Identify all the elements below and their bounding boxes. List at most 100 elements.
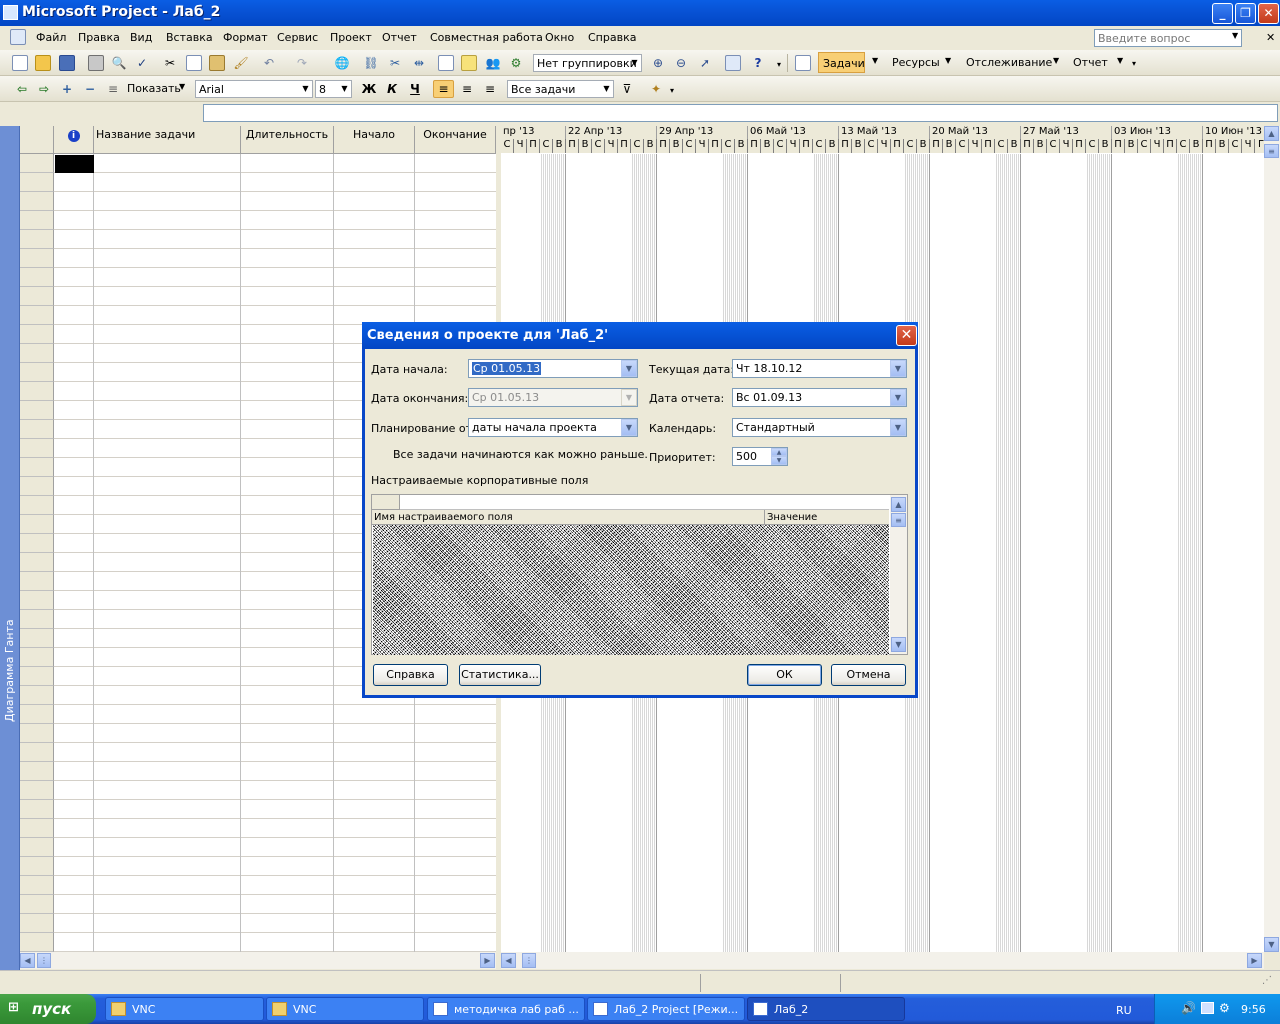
- scroll-thumb[interactable]: ⋮: [37, 953, 51, 968]
- zoom-out-icon[interactable]: ⊖: [673, 55, 689, 71]
- row-header[interactable]: [20, 363, 54, 382]
- row-header[interactable]: [20, 762, 54, 781]
- taskbar-item-vnc-2[interactable]: VNC: [266, 997, 424, 1021]
- scroll-down-icon[interactable]: ▼: [891, 637, 906, 652]
- help-icon[interactable]: ?: [750, 55, 766, 71]
- show-subtasks-icon[interactable]: +: [59, 81, 75, 97]
- row-header[interactable]: [20, 724, 54, 743]
- chevron-down-icon[interactable]: ▼: [872, 56, 878, 65]
- report-guide-button[interactable]: Отчет: [1073, 56, 1108, 69]
- gantt-wizard-icon[interactable]: ✦: [648, 81, 664, 97]
- schedule-from-select[interactable]: даты начала проекта ▼: [468, 418, 638, 437]
- row-header[interactable]: [20, 648, 54, 667]
- clock[interactable]: 9:56: [1241, 1003, 1266, 1016]
- column-header-field-name[interactable]: Имя настраиваемого поля: [372, 510, 765, 525]
- row-header[interactable]: [20, 477, 54, 496]
- row-header[interactable]: [20, 325, 54, 344]
- cut-icon[interactable]: ✂: [162, 55, 178, 71]
- align-center-icon[interactable]: ≡: [459, 81, 475, 97]
- align-right-icon[interactable]: ≡: [482, 81, 498, 97]
- autofilter-icon[interactable]: ⊽: [619, 81, 635, 97]
- restore-button[interactable]: ❐: [1235, 3, 1256, 24]
- underline-button[interactable]: Ч: [407, 81, 423, 97]
- row-header[interactable]: [20, 895, 54, 914]
- row-header[interactable]: [20, 838, 54, 857]
- close-button[interactable]: ✕: [1258, 3, 1279, 24]
- scroll-up-icon[interactable]: ▲: [1264, 126, 1279, 141]
- taskbar-item-project-active[interactable]: Лаб_2: [747, 997, 905, 1021]
- project-app-icon[interactable]: [3, 5, 18, 20]
- scroll-right-icon[interactable]: ▶: [1247, 953, 1262, 968]
- row-header[interactable]: [20, 534, 54, 553]
- document-icon[interactable]: [10, 29, 26, 45]
- tray-app-icon[interactable]: ⚙: [1219, 1001, 1230, 1015]
- chevron-down-icon[interactable]: ▼: [890, 360, 906, 377]
- row-header[interactable]: [20, 876, 54, 895]
- row-header[interactable]: [20, 401, 54, 420]
- menu-insert[interactable]: Вставка: [166, 31, 213, 44]
- chevron-down-icon[interactable]: ▼: [945, 56, 951, 65]
- scroll-up-icon[interactable]: ▲: [891, 497, 906, 512]
- resources-guide-button[interactable]: Ресурсы: [892, 56, 940, 69]
- row-header[interactable]: [20, 268, 54, 287]
- column-header-duration[interactable]: Длительность: [241, 126, 334, 154]
- chevron-down-icon[interactable]: ▼: [1117, 56, 1123, 65]
- open-icon[interactable]: [35, 55, 51, 71]
- scroll-thumb[interactable]: ≡: [891, 513, 906, 527]
- redo-icon[interactable]: ↷: [294, 55, 310, 71]
- paste-icon[interactable]: [209, 55, 225, 71]
- toolbar-options-icon[interactable]: ▾: [771, 57, 787, 73]
- row-header[interactable]: [20, 496, 54, 515]
- row-header[interactable]: [20, 781, 54, 800]
- row-header[interactable]: [20, 914, 54, 933]
- row-header[interactable]: [20, 420, 54, 439]
- help-button[interactable]: Справка: [373, 664, 448, 686]
- row-header[interactable]: [20, 211, 54, 230]
- chevron-down-icon[interactable]: ▼: [890, 419, 906, 436]
- row-header[interactable]: [20, 686, 54, 705]
- current-date-field[interactable]: Чт 18.10.12 ▼: [732, 359, 907, 378]
- scroll-down-icon[interactable]: ▼: [1264, 937, 1279, 952]
- row-header[interactable]: [20, 192, 54, 211]
- statistics-button[interactable]: Статистика...: [459, 664, 541, 686]
- close-icon[interactable]: ✕: [896, 325, 917, 346]
- copy-icon[interactable]: [186, 55, 202, 71]
- chevron-down-icon[interactable]: ▼: [1053, 56, 1059, 65]
- tracking-guide-button[interactable]: Отслеживание: [966, 56, 1052, 69]
- project-guide-icon[interactable]: [795, 55, 811, 71]
- filter-select[interactable]: Все задачи ▼: [507, 80, 614, 98]
- grouping-select[interactable]: Нет группировки ▼: [533, 54, 642, 72]
- chevron-down-icon[interactable]: ▼: [621, 360, 637, 377]
- row-header[interactable]: [20, 515, 54, 534]
- format-painter-icon[interactable]: 🖌: [233, 55, 249, 71]
- scroll-to-task-icon[interactable]: ➚: [697, 55, 713, 71]
- assign-resources-icon[interactable]: 👥: [485, 55, 501, 71]
- gantt-vertical-scrollbar[interactable]: ▲ ≡ ▼: [1264, 126, 1280, 952]
- menu-window[interactable]: Окно: [545, 31, 574, 44]
- row-header[interactable]: [20, 458, 54, 477]
- grid-entry-row[interactable]: [400, 495, 889, 510]
- menu-collaborate[interactable]: Совместная работа: [430, 31, 543, 44]
- link-tasks-icon[interactable]: ⛓: [363, 55, 379, 71]
- menu-view[interactable]: Вид: [130, 31, 152, 44]
- tasks-guide-button[interactable]: Задачи: [818, 52, 865, 73]
- doc-close-icon[interactable]: ✕: [1266, 31, 1275, 44]
- selected-cell[interactable]: [55, 155, 94, 173]
- taskbar-item-project-compat[interactable]: Лаб_2 Project [Режи...: [587, 997, 745, 1021]
- row-header[interactable]: [20, 249, 54, 268]
- task-information-icon[interactable]: [438, 55, 454, 71]
- indent-icon[interactable]: ⇨: [36, 81, 52, 97]
- menu-help[interactable]: Справка: [588, 31, 636, 44]
- scroll-left-icon[interactable]: ◀: [501, 953, 516, 968]
- column-header-start[interactable]: Начало: [334, 126, 415, 154]
- column-header-finish[interactable]: Окончание: [415, 126, 496, 154]
- save-icon[interactable]: [59, 55, 75, 71]
- row-header[interactable]: [20, 705, 54, 724]
- scroll-left-icon[interactable]: ◀: [20, 953, 35, 968]
- column-header-task-name[interactable]: Название задачи: [94, 126, 241, 154]
- row-header[interactable]: [20, 743, 54, 762]
- start-button[interactable]: ⊞ пуск: [0, 994, 96, 1024]
- show-button[interactable]: Показать: [127, 82, 181, 95]
- scroll-thumb[interactable]: ≡: [1264, 144, 1279, 158]
- row-header[interactable]: [20, 857, 54, 876]
